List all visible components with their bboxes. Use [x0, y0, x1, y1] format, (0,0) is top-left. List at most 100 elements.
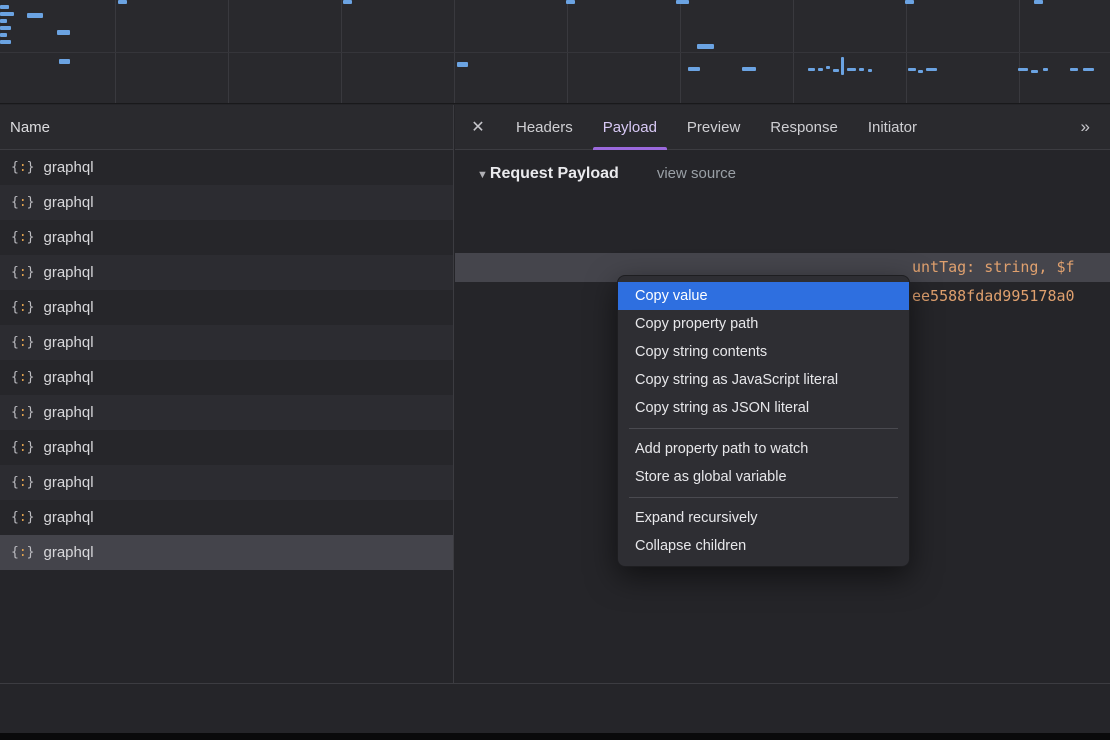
- request-timing-bar: [697, 44, 714, 49]
- request-name: graphql: [43, 509, 93, 526]
- menu-item-store-as-global-variable[interactable]: Store as global variable: [618, 463, 909, 491]
- request-timing-bar: [859, 68, 864, 71]
- collapse-triangle-icon: ▼: [477, 169, 488, 181]
- request-timing-bar: [457, 62, 468, 67]
- context-menu: Copy valueCopy property pathCopy string …: [617, 275, 910, 567]
- request-payload-section-header[interactable]: ▼ Request Payload view source: [455, 165, 1110, 183]
- request-row[interactable]: {:} graphql: [0, 395, 453, 430]
- menu-item-expand-recursively[interactable]: Expand recursively: [618, 504, 909, 532]
- request-timing-bar: [0, 33, 7, 37]
- menu-item-copy-string-contents[interactable]: Copy string contents: [618, 338, 909, 366]
- request-timing-bar: [1043, 68, 1048, 71]
- json-braces-icon: {:}: [11, 440, 34, 455]
- request-row[interactable]: {:} graphql: [0, 535, 453, 570]
- request-timing-bar: [1070, 68, 1078, 71]
- request-timing-bar: [918, 70, 923, 73]
- request-name: graphql: [43, 264, 93, 281]
- request-row[interactable]: {:} graphql: [0, 220, 453, 255]
- requests-panel: Name {:}graphql{:}graphql{:}graphql{:}gr…: [0, 105, 454, 683]
- json-braces-icon: {:}: [11, 545, 34, 560]
- request-row[interactable]: {:}graphql: [0, 360, 453, 395]
- request-row[interactable]: {:} graphql: [0, 500, 453, 535]
- request-name: graphql: [43, 544, 93, 561]
- request-name: graphql: [43, 334, 93, 351]
- more-tabs-button[interactable]: »: [1081, 117, 1110, 137]
- menu-item-copy-value[interactable]: Copy value: [618, 282, 909, 310]
- property-value-right: ee5588fdad995178a0: [912, 282, 1075, 311]
- json-braces-icon: {:}: [11, 510, 34, 525]
- request-timing-bar: [27, 13, 43, 18]
- request-timing-bar: [841, 57, 844, 75]
- menu-item-copy-string-as-javascript-literal[interactable]: Copy string as JavaScript literal: [618, 366, 909, 394]
- request-timing-bar: [0, 40, 11, 44]
- request-timing-bar: [926, 68, 937, 71]
- tab-initiator[interactable]: Initiator: [853, 105, 932, 150]
- json-braces-icon: {:}: [11, 405, 34, 420]
- request-timing-bar: [847, 68, 856, 71]
- menu-item-add-property-path-to-watch[interactable]: Add property path to watch: [618, 435, 909, 463]
- menu-divider: [629, 428, 898, 429]
- request-timing-bar: [1018, 68, 1028, 71]
- devtools-window: Name {:}graphql{:}graphql{:}graphql{:}gr…: [0, 0, 1110, 740]
- request-timing-bar: [0, 5, 9, 9]
- window-bottom-edge: [0, 733, 1110, 740]
- request-timing-bar: [826, 66, 830, 69]
- request-timing-bar: [0, 19, 7, 23]
- request-name: graphql: [43, 404, 93, 421]
- request-row[interactable]: {:} graphql: [0, 150, 453, 185]
- request-timing-bar: [343, 0, 352, 4]
- request-timing-bar: [59, 59, 70, 64]
- request-name: graphql: [43, 299, 93, 316]
- payload-row-operationname[interactable]: operationName: "ipFlowTimeseries": [455, 224, 1110, 253]
- close-detail-button[interactable]: ✕: [455, 117, 501, 137]
- request-timing-bar: [1031, 70, 1038, 73]
- json-braces-icon: {:}: [11, 160, 34, 175]
- request-timing-bar: [118, 0, 127, 4]
- detail-tab-bar: ✕ HeadersPayloadPreviewResponseInitiator…: [455, 105, 1110, 150]
- request-timing-bar: [808, 68, 815, 71]
- request-timing-bar: [688, 67, 700, 71]
- tab-response[interactable]: Response: [755, 105, 853, 150]
- request-name: graphql: [43, 439, 93, 456]
- menu-item-collapse-children[interactable]: Collapse children: [618, 532, 909, 560]
- request-list: {:} graphql {:} graphql {:} graphql {:} graphql…: [0, 150, 453, 570]
- json-braces-icon: {:}: [11, 335, 34, 350]
- json-braces-icon: {:}: [11, 265, 34, 280]
- menu-divider: [629, 497, 898, 498]
- request-name: graphql: [43, 474, 93, 491]
- json-braces-icon: {:}: [11, 230, 34, 245]
- request-row[interactable]: {:} graphql: [0, 290, 453, 325]
- tab-preview[interactable]: Preview: [672, 105, 755, 150]
- name-column-header[interactable]: Name: [0, 105, 453, 150]
- request-timing-bar: [833, 69, 839, 72]
- request-timing-bar: [908, 68, 916, 71]
- payload-root-row[interactable]: ▼{operationName: "ipFlowTimeseries", var…: [455, 195, 1110, 224]
- request-timing-bar: [57, 30, 70, 35]
- request-timing-bar: [905, 0, 914, 4]
- status-bar: [0, 684, 1110, 733]
- view-source-link[interactable]: view source: [657, 165, 736, 182]
- json-braces-icon: {:}: [11, 195, 34, 210]
- json-braces-icon: {:}: [11, 475, 34, 490]
- network-overview-timeline[interactable]: [0, 0, 1110, 104]
- tab-payload[interactable]: Payload: [588, 105, 672, 150]
- request-timing-bar: [868, 69, 872, 72]
- request-name: graphql: [43, 159, 93, 176]
- request-row[interactable]: {:} graphql: [0, 255, 453, 290]
- tab-headers[interactable]: Headers: [501, 105, 588, 150]
- request-timing-bar: [1034, 0, 1043, 4]
- menu-item-copy-property-path[interactable]: Copy property path: [618, 310, 909, 338]
- request-name: graphql: [43, 229, 93, 246]
- request-row[interactable]: {:} graphql: [0, 465, 453, 500]
- menu-item-copy-string-as-json-literal[interactable]: Copy string as JSON literal: [618, 394, 909, 422]
- request-name: graphql: [43, 194, 93, 211]
- request-timing-bar: [0, 26, 11, 30]
- name-column-label: Name: [10, 119, 50, 136]
- request-row[interactable]: {:} graphql: [0, 185, 453, 220]
- timeline-gridline: [0, 52, 1110, 53]
- property-value-right: untTag: string, $f: [912, 253, 1075, 282]
- request-row[interactable]: {:} graphql: [0, 325, 453, 360]
- request-row[interactable]: {:} graphql: [0, 430, 453, 465]
- json-braces-icon: {:}: [11, 300, 34, 315]
- request-timing-bar: [0, 12, 14, 16]
